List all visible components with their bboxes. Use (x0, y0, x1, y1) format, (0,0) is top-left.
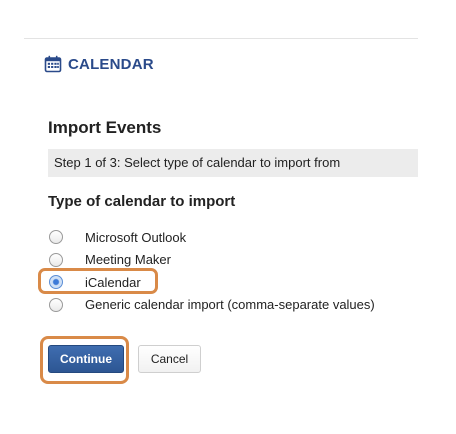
option-label: iCalendar (85, 274, 141, 290)
radio-microsoft-outlook[interactable] (49, 230, 63, 245)
page-title: Import Events (48, 118, 162, 137)
radio-meeting-maker[interactable] (49, 252, 63, 267)
tool-header: CALENDAR (44, 55, 154, 73)
cancel-button[interactable]: Cancel (138, 345, 201, 373)
calendar-type-heading: Type of calendar to import (48, 193, 236, 210)
import-events-page: CALENDAR Import Events Step 1 of 3: Sele… (0, 0, 456, 434)
form-actions: Continue Cancel (40, 336, 201, 384)
step-indicator: Step 1 of 3: Select type of calendar to … (48, 149, 418, 177)
option-meeting-maker[interactable]: Meeting Maker (48, 249, 428, 272)
top-divider (24, 38, 418, 39)
option-label: Meeting Maker (85, 252, 171, 268)
radio-generic-csv[interactable] (49, 297, 63, 312)
option-label: Generic calendar import (comma-separate … (85, 297, 375, 313)
option-icalendar[interactable]: iCalendar (38, 268, 428, 294)
calendar-type-options: Microsoft Outlook Meeting Maker iCalenda… (38, 226, 428, 317)
tool-title: CALENDAR (68, 55, 154, 73)
calendar-icon (44, 55, 62, 73)
option-microsoft-outlook[interactable]: Microsoft Outlook (48, 226, 428, 249)
option-label: Microsoft Outlook (85, 229, 187, 245)
option-generic-csv[interactable]: Generic calendar import (comma-separate … (48, 294, 428, 317)
continue-button[interactable]: Continue (48, 345, 124, 373)
radio-icalendar[interactable] (49, 275, 63, 290)
